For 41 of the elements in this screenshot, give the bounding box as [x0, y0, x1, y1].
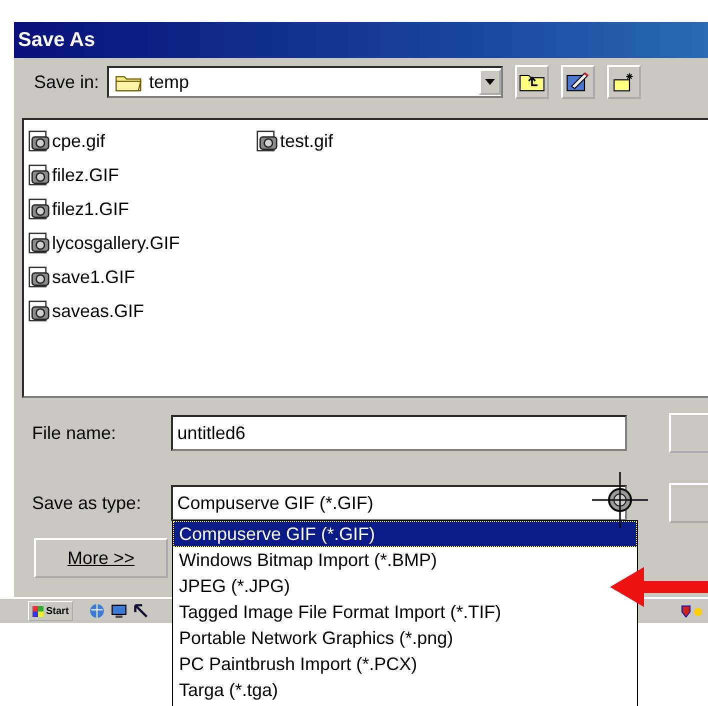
tray-icons[interactable]: [680, 604, 704, 618]
file-item[interactable]: cpe.gif: [28, 124, 256, 158]
save-in-label: Save in:: [34, 72, 100, 92]
list-option[interactable]: Targa (*.tga): [173, 677, 637, 703]
image-file-icon: [28, 198, 50, 220]
image-file-icon: [28, 300, 50, 322]
save-in-dropdown[interactable]: temp: [107, 66, 504, 98]
file-item[interactable]: test.gif: [256, 124, 456, 158]
save-as-type-label: Save as type:: [32, 492, 142, 514]
arrow-icon[interactable]: [132, 603, 149, 619]
image-file-icon: [28, 232, 50, 254]
list-option[interactable]: Portable Network Graphics (*.png): [173, 625, 637, 651]
folder-up-arrow-icon: [519, 72, 546, 92]
new-folder-button[interactable]: [607, 65, 642, 99]
list-option[interactable]: Compuserve GIF (*.GIF): [173, 521, 637, 547]
pencil-icon: [565, 71, 592, 93]
file-item[interactable]: lycosgallery.GIF: [28, 226, 256, 260]
arrow-icon: [610, 565, 708, 609]
image-file-icon: [256, 130, 278, 152]
file-item[interactable]: filez1.GIF: [28, 192, 256, 226]
toolbar-button[interactable]: [561, 65, 596, 99]
save-as-type-dropdown[interactable]: Compuserve GIF (*.GIF): [171, 485, 627, 521]
more-button[interactable]: More >>: [34, 538, 168, 578]
list-option[interactable]: Tagged Image File Format Import (*.TIF): [173, 599, 637, 625]
file-name-label: File name:: [32, 422, 118, 444]
start-button[interactable]: Start: [28, 601, 73, 621]
image-file-icon: [28, 266, 50, 288]
globe-icon[interactable]: [88, 603, 105, 619]
image-file-icon: [28, 130, 50, 152]
file-item[interactable]: saveas.GIF: [28, 294, 256, 328]
image-file-icon: [28, 164, 50, 186]
file-item[interactable]: filez.GIF: [28, 158, 256, 192]
window-title: Save As: [18, 28, 96, 52]
desktop-icon[interactable]: [110, 603, 127, 619]
list-option[interactable]: Windows Bitmap Import (*.BMP): [173, 547, 637, 573]
list-option[interactable]: PC Paintbrush Import (*.PCX): [173, 651, 637, 677]
file-item[interactable]: save1.GIF: [28, 260, 256, 294]
up-folder-button[interactable]: [515, 65, 550, 99]
flag-icon: [32, 606, 44, 616]
file-name-field[interactable]: untitled6: [171, 415, 627, 451]
folder-sparkle-icon: [613, 71, 636, 93]
